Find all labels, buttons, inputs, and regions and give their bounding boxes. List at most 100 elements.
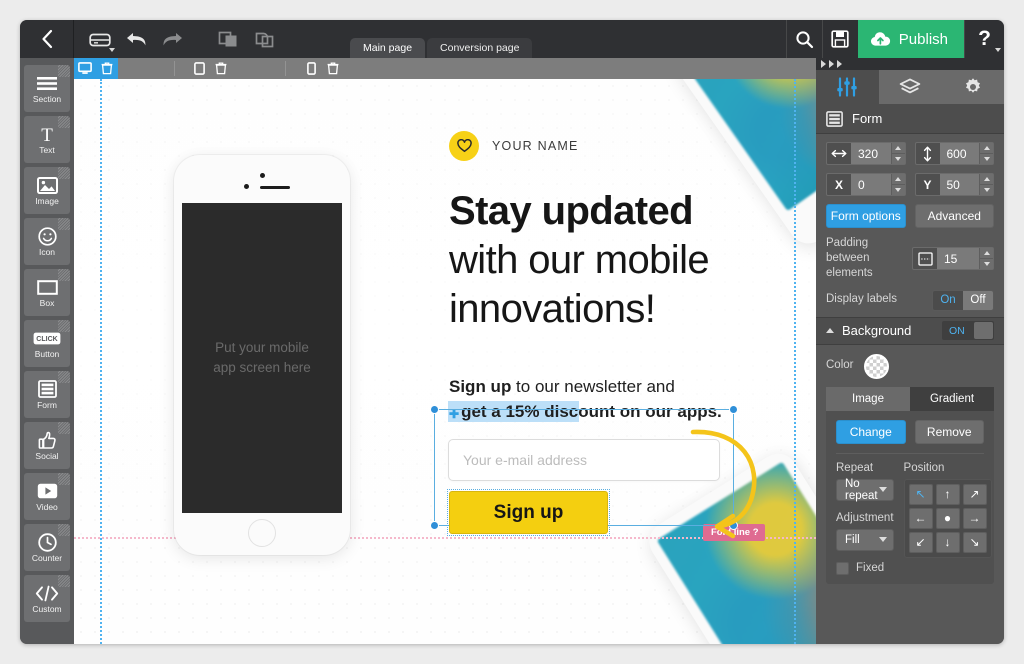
sidebar-item-button[interactable]: CLICK Button [24, 320, 70, 367]
sidebar-item-icon[interactable]: Icon [24, 218, 70, 265]
position-bottom-right[interactable]: ↘ [962, 531, 987, 553]
x-value[interactable]: 0 [851, 174, 891, 195]
chevron-up-icon[interactable] [826, 328, 834, 334]
tab-gradient[interactable]: Gradient [910, 386, 994, 411]
sidebar-item-counter[interactable]: Counter [24, 524, 70, 571]
remove-image-button[interactable]: Remove [914, 419, 984, 444]
width-increment[interactable] [891, 143, 905, 154]
phone-screen-placeholder[interactable]: Put your mobile app screen here [182, 203, 342, 513]
help-button[interactable]: ? [964, 20, 1004, 58]
redo-button[interactable] [154, 20, 190, 58]
advanced-button[interactable]: Advanced [914, 204, 994, 228]
sidebar-item-text[interactable]: T Text [24, 116, 70, 163]
signup-button[interactable]: Sign up [449, 491, 608, 534]
device-desktop-button[interactable] [74, 58, 96, 79]
repeat-select[interactable]: No repeat [836, 478, 894, 502]
padding-field[interactable]: 15 [912, 247, 994, 271]
y-field[interactable]: Y 50 [914, 173, 994, 196]
background-section-header[interactable]: Background ON [816, 316, 1004, 345]
position-top-center[interactable]: ↑ [935, 483, 960, 505]
copy-button[interactable] [211, 20, 247, 58]
padding-stepper[interactable] [979, 248, 993, 270]
tab-properties[interactable] [816, 70, 879, 104]
duplicate-button[interactable] [247, 20, 283, 58]
resize-handle-top-left[interactable] [430, 405, 439, 414]
search-icon [796, 30, 813, 48]
tab-layers[interactable] [879, 70, 942, 104]
width-stepper[interactable] [890, 143, 905, 164]
sidebar-item-form[interactable]: Form [24, 371, 70, 418]
sidebar-item-video[interactable]: Video [24, 473, 70, 520]
sidebar-item-social[interactable]: Social [24, 422, 70, 469]
tab-main-page[interactable]: Main page [350, 38, 426, 58]
position-middle-right[interactable]: → [962, 507, 987, 529]
x-decrement[interactable] [892, 185, 905, 195]
change-image-button[interactable]: Change [836, 419, 906, 444]
position-top-right[interactable]: ↗ [962, 483, 987, 505]
y-increment[interactable] [980, 174, 993, 185]
x-stepper[interactable] [890, 174, 905, 195]
tab-image[interactable]: Image [826, 386, 910, 411]
collapse-arrow-icon[interactable] [829, 60, 834, 68]
background-toggle[interactable]: ON [942, 321, 994, 341]
design-canvas[interactable]: Fold line ? Put your mobile app screen he… [74, 79, 816, 644]
picture-icon [36, 175, 58, 195]
width-decrement[interactable] [892, 154, 905, 164]
panel-collapse-row[interactable] [816, 58, 1004, 70]
sidebar-item-custom[interactable]: Custom [24, 575, 70, 622]
resize-handle-top-right[interactable] [729, 405, 738, 414]
position-middle-left[interactable]: ← [908, 507, 933, 529]
height-field[interactable]: 600 [914, 142, 994, 165]
device-tablet-button[interactable] [188, 58, 210, 79]
sidebar-item-image[interactable]: Image [24, 167, 70, 214]
y-stepper[interactable] [979, 174, 993, 195]
position-top-left[interactable]: ↖ [908, 483, 933, 505]
top-toolbar: Main page Conversion page Publish ? [20, 20, 1004, 58]
back-button[interactable] [20, 20, 74, 58]
height-decrement[interactable] [980, 154, 993, 164]
y-value[interactable]: 50 [940, 174, 980, 195]
padding-decrement[interactable] [980, 259, 993, 269]
position-bottom-left[interactable]: ↙ [908, 531, 933, 553]
device-desktop-delete[interactable] [96, 58, 118, 79]
brand-row[interactable]: YOUR NAME [449, 131, 579, 161]
save-button[interactable] [821, 20, 858, 58]
device-mobile-delete[interactable] [322, 58, 344, 79]
display-labels-off[interactable]: Off [963, 290, 993, 310]
form-options-button[interactable]: Form options [826, 204, 906, 228]
height-stepper[interactable] [979, 143, 993, 164]
tab-conversion-page[interactable]: Conversion page [427, 38, 533, 58]
sidebar-item-box[interactable]: Box [24, 269, 70, 316]
x-field[interactable]: X 0 [826, 173, 906, 196]
device-tablet-group [188, 58, 232, 79]
display-labels-toggle[interactable]: On Off [932, 289, 994, 311]
device-tablet-delete[interactable] [210, 58, 232, 79]
display-labels-on[interactable]: On [933, 290, 963, 310]
y-decrement[interactable] [980, 185, 993, 195]
headline-text[interactable]: Stay updated with our mobile innovations… [449, 187, 710, 333]
save-drive-button[interactable] [82, 20, 118, 58]
undo-button[interactable] [118, 20, 154, 58]
height-increment[interactable] [980, 143, 993, 154]
device-mobile-button[interactable] [300, 58, 322, 79]
padding-value[interactable]: 15 [937, 248, 979, 269]
height-value[interactable]: 600 [940, 143, 980, 164]
padding-increment[interactable] [980, 248, 993, 260]
position-center[interactable]: ● [935, 507, 960, 529]
tab-settings[interactable] [941, 70, 1004, 104]
phone-mockup[interactable]: Put your mobile app screen here [174, 155, 350, 555]
adjustment-select[interactable]: Fill [836, 528, 894, 551]
resize-handle-bottom-left[interactable] [430, 521, 439, 530]
color-swatch[interactable] [864, 353, 890, 379]
fixed-checkbox[interactable] [836, 561, 849, 575]
collapse-arrow-icon[interactable] [837, 60, 842, 68]
collapse-arrow-icon[interactable] [821, 60, 826, 68]
sidebar-item-section[interactable]: Section [24, 65, 70, 112]
publish-button[interactable]: Publish [857, 20, 964, 58]
position-bottom-center[interactable]: ↓ [935, 531, 960, 553]
x-increment[interactable] [891, 174, 905, 185]
width-value[interactable]: 320 [851, 143, 891, 164]
fixed-row[interactable]: Fixed [836, 561, 894, 576]
search-button[interactable] [785, 20, 822, 58]
width-field[interactable]: 320 [826, 142, 906, 165]
